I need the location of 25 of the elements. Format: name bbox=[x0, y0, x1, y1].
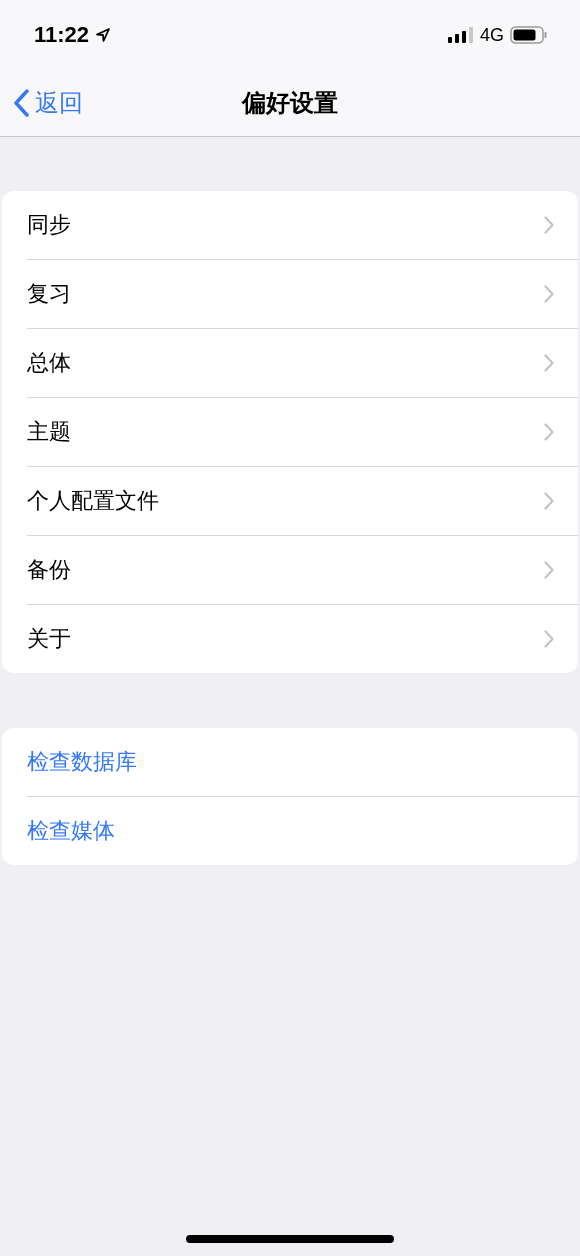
chevron-right-icon bbox=[544, 492, 554, 510]
settings-row[interactable]: 主题 bbox=[27, 398, 578, 466]
settings-row[interactable]: 总体 bbox=[27, 329, 578, 397]
chevron-right-icon bbox=[544, 354, 554, 372]
home-indicator[interactable] bbox=[186, 1235, 394, 1243]
settings-row[interactable]: 同步 bbox=[2, 191, 578, 259]
clock-time: 11:22 bbox=[34, 22, 90, 48]
settings-row[interactable]: 复习 bbox=[27, 260, 578, 328]
chevron-right-icon bbox=[544, 561, 554, 579]
settings-row[interactable]: 个人配置文件 bbox=[27, 467, 578, 535]
screen-title: 偏好设置 bbox=[242, 89, 338, 117]
chevron-right-icon bbox=[544, 630, 554, 648]
chevron-right-icon bbox=[544, 423, 554, 441]
settings-row[interactable]: 备份 bbox=[27, 536, 578, 604]
chevron-right-icon bbox=[544, 216, 554, 234]
signal-icon bbox=[448, 27, 474, 43]
location-arrow-icon bbox=[95, 27, 112, 43]
settings-row[interactable]: 关于 bbox=[27, 605, 578, 673]
network-label: 4G bbox=[480, 24, 504, 46]
back-button[interactable]: 返回 bbox=[0, 87, 83, 119]
action-link[interactable]: 检查数据库 bbox=[2, 728, 578, 796]
battery-icon bbox=[510, 26, 548, 44]
chevron-left-icon bbox=[13, 89, 29, 117]
action-link[interactable]: 检查媒体 bbox=[27, 797, 578, 865]
chevron-right-icon bbox=[544, 285, 554, 303]
